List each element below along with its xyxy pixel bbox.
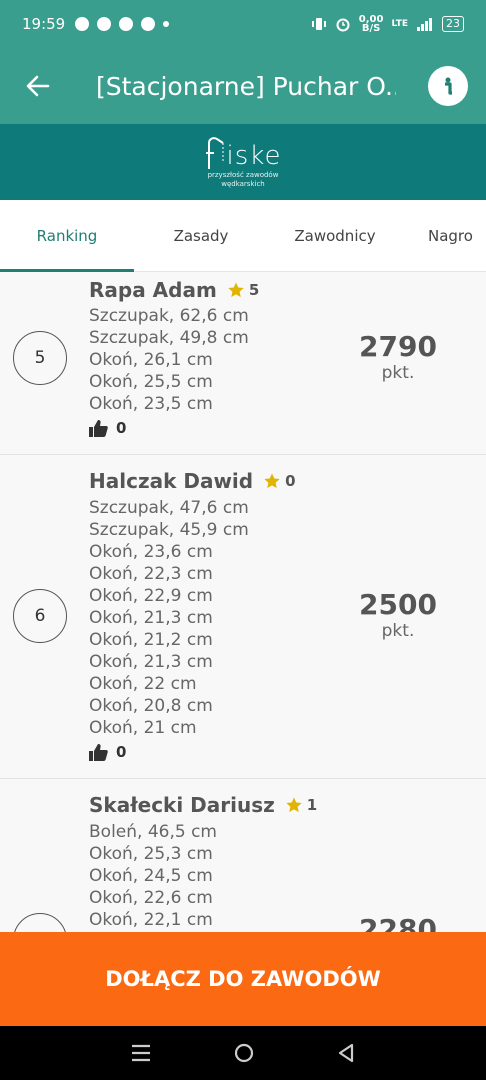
- competitor-header: Rapa Adam 5: [89, 278, 259, 302]
- ranking-entry[interactable]: 7 Skałecki Dariusz 1 Boleń, 46,5 cm Okoń…: [0, 779, 486, 932]
- catch-item: Okoń, 20,8 cm: [89, 696, 213, 716]
- fiske-logo: iske: [205, 135, 282, 171]
- ranking-entry[interactable]: 5 Rapa Adam 5 Szczupak, 62,6 cm Szczupak…: [0, 272, 486, 455]
- brand-tagline-2: wędkarskich: [221, 180, 265, 188]
- stars-group: 0: [263, 472, 296, 490]
- competitor-header: Halczak Dawid 0: [89, 469, 296, 493]
- stars-count: 1: [306, 796, 318, 814]
- info-icon: [445, 77, 452, 95]
- catch-item: Szczupak, 62,6 cm: [89, 306, 249, 326]
- catch-list: Boleń, 46,5 cm Okoń, 25,3 cm Okoń, 24,5 …: [89, 821, 217, 931]
- system-icons: 0,00 B/S LTE 23: [311, 15, 464, 34]
- catch-item: Okoń, 21,2 cm: [89, 630, 213, 650]
- catch-item: Okoń, 23,5 cm: [89, 394, 213, 414]
- join-competition-button[interactable]: DOŁĄCZ DO ZAWODÓW: [0, 932, 486, 1026]
- stars-count: 5: [248, 281, 260, 299]
- status-bar: 19:59 0,00 B/S LTE 23: [0, 0, 486, 48]
- competitor-name: Halczak Dawid: [89, 469, 254, 493]
- tab-rules[interactable]: Zasady: [134, 200, 268, 271]
- ranking-entry[interactable]: 6 Halczak Dawid 0 Szczupak, 47,6 cm Szcz…: [0, 455, 486, 779]
- catch-item: Okoń, 22,1 cm: [89, 910, 213, 930]
- tab-prizes[interactable]: Nagro: [402, 200, 486, 271]
- like-count: 0: [116, 743, 127, 761]
- alarm-icon: [336, 18, 350, 32]
- whatsapp-icon: [75, 17, 90, 31]
- status-time: 19:59: [22, 15, 66, 33]
- points-value: 2790: [359, 330, 437, 363]
- vibrate-icon: [311, 18, 326, 30]
- like-button[interactable]: 0: [89, 419, 126, 437]
- points: 2280: [348, 913, 448, 932]
- brand-banner: iske przyszłość zawodów wędkarskich: [0, 124, 486, 200]
- catch-item: Okoń, 25,5 cm: [89, 372, 213, 392]
- points-unit: pkt.: [381, 621, 415, 641]
- points-value: 2500: [359, 588, 437, 621]
- catch-item: Okoń, 24,5 cm: [89, 866, 213, 886]
- rank-circle: 5: [13, 331, 67, 385]
- catch-item: Okoń, 23,6 cm: [89, 542, 213, 562]
- catch-list: Szczupak, 62,6 cm Szczupak, 49,8 cm Okoń…: [89, 305, 249, 415]
- like-button[interactable]: 0: [89, 743, 126, 761]
- catch-item: Szczupak, 49,8 cm: [89, 328, 249, 348]
- logo-text: iske: [226, 141, 282, 171]
- brand-tagline-1: przyszłość zawodów: [207, 171, 279, 179]
- competitor-name: Skałecki Dariusz: [89, 793, 275, 817]
- thumbs-up-icon: [89, 743, 108, 761]
- page-title: [Stacjonarne] Puchar O...: [96, 71, 396, 101]
- ranking-list[interactable]: 5 Rapa Adam 5 Szczupak, 62,6 cm Szczupak…: [0, 272, 486, 932]
- thumbs-up-icon: [89, 419, 108, 437]
- back-nav-icon[interactable]: [336, 1042, 356, 1064]
- battery-icon: 23: [442, 16, 464, 32]
- points-value: 2280: [359, 913, 437, 932]
- chrome-icon: [119, 17, 134, 31]
- tab-competitors[interactable]: Zawodnicy: [268, 200, 402, 271]
- catch-item: Boleń, 46,5 cm: [89, 822, 217, 842]
- net-speed: 0,00 B/S: [359, 15, 384, 34]
- catch-item: Okoń, 22,3 cm: [89, 564, 213, 584]
- catch-item: Okoń, 26,1 cm: [89, 350, 213, 370]
- competitor-header: Skałecki Dariusz 1: [89, 793, 317, 817]
- rank-circle: 7: [13, 913, 67, 932]
- stars-group: 1: [285, 796, 317, 814]
- info-button[interactable]: [428, 66, 468, 106]
- competitor-name: Rapa Adam: [89, 278, 217, 302]
- star-icon: [286, 797, 302, 813]
- network-type: LTE: [391, 19, 408, 29]
- menu-icon[interactable]: [130, 1043, 152, 1063]
- catch-item: Szczupak, 45,9 cm: [89, 520, 249, 540]
- catch-list: Szczupak, 47,6 cm Szczupak, 45,9 cm Okoń…: [89, 497, 249, 739]
- messenger-icon: [141, 17, 156, 31]
- arrow-left-icon: [26, 75, 50, 97]
- catch-item: Okoń, 22 cm: [89, 674, 197, 694]
- more-notifications-icon: [163, 21, 170, 27]
- catch-item: Okoń, 22,9 cm: [89, 586, 213, 606]
- brand-tagline: przyszłość zawodów wędkarskich: [208, 171, 279, 189]
- catch-item: Okoń, 21,3 cm: [89, 652, 213, 672]
- facebook-icon: [97, 17, 112, 31]
- points: 2790 pkt.: [348, 330, 448, 383]
- catch-item: Okoń, 25,3 cm: [89, 844, 213, 864]
- tab-bar: Ranking Zasady Zawodnicy Nagro: [0, 200, 486, 272]
- catch-item: Okoń, 21 cm: [89, 718, 197, 738]
- fishing-rod-icon: [205, 137, 224, 169]
- points: 2500 pkt.: [348, 588, 448, 641]
- back-button[interactable]: [20, 68, 56, 104]
- catch-item: Okoń, 22,6 cm: [89, 888, 213, 908]
- rank-circle: 6: [13, 589, 67, 643]
- tab-ranking[interactable]: Ranking: [0, 200, 134, 272]
- catch-item: Szczupak, 47,6 cm: [89, 498, 249, 518]
- stars-group: 5: [227, 281, 259, 299]
- notification-icons: [75, 17, 170, 31]
- stars-count: 0: [285, 472, 296, 490]
- system-nav-bar: [0, 1026, 486, 1080]
- catch-item: Okoń, 21,3 cm: [89, 608, 213, 628]
- star-icon: [264, 473, 280, 489]
- like-count: 0: [116, 419, 127, 437]
- points-unit: pkt.: [381, 363, 415, 383]
- app-bar: [Stacjonarne] Puchar O...: [0, 48, 486, 124]
- signal-icon: [417, 18, 432, 31]
- home-icon[interactable]: [233, 1042, 255, 1064]
- star-icon: [228, 282, 244, 298]
- net-speed-unit: B/S: [361, 23, 381, 34]
